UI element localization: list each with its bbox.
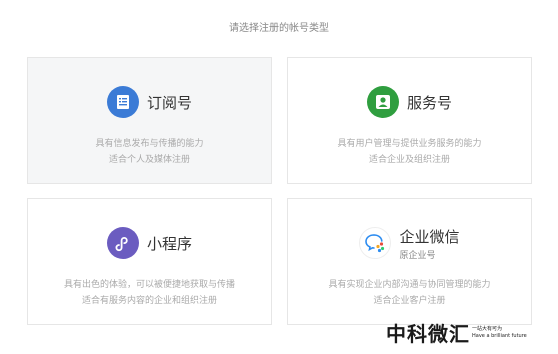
watermark-tagline-en: Have a brilliant future (472, 332, 527, 339)
mini-program-card[interactable]: 小程序 具有出色的体验，可以被便捷地获取与传播 适合有服务内容的企业和组织注册 (27, 198, 272, 325)
card-header: 小程序 (28, 227, 271, 259)
card-description-line: 具有实现企业内部沟通与协同管理的能力 (328, 280, 491, 290)
card-title: 服务号 (406, 93, 452, 112)
card-description-line: 具有出色的体验，可以被便捷地获取与传播 (63, 280, 235, 290)
card-description-line: 适合有服务内容的企业和组织注册 (81, 296, 217, 306)
card-description: 具有用户管理与提供业务服务的能力 适合企业及组织注册 (288, 136, 531, 168)
card-description-line: 具有用户管理与提供业务服务的能力 (337, 139, 482, 149)
card-description: 具有实现企业内部沟通与协同管理的能力 适合企业客户注册 (288, 277, 531, 309)
watermark-logo: 中科微汇 一站大有可为 Have a brilliant future (386, 318, 527, 347)
page-heading: 请选择注册的帐号类型 (229, 23, 329, 34)
watermark-brand: 中科微汇 (386, 322, 470, 346)
watermark-tagline-cn: 一站大有可为 (472, 325, 503, 332)
subscription-document-icon (106, 86, 139, 118)
card-description: 具有信息发布与传播的能力 适合个人及媒体注册 (28, 136, 271, 168)
card-description-line: 适合个人及媒体注册 (108, 155, 190, 165)
card-title: 订阅号 (146, 93, 192, 112)
card-description-line: 适合企业及组织注册 (368, 155, 450, 165)
card-subtitle: 原企业号 (399, 250, 436, 261)
card-description-line: 适合企业客户注册 (373, 296, 446, 306)
card-header: 服务号 (288, 86, 531, 118)
service-user-icon (366, 86, 399, 118)
watermark-tagline: 一站大有可为 Have a brilliant future (472, 326, 527, 340)
card-header: 企业微信 原企业号 (288, 227, 531, 261)
subscription-account-card[interactable]: 订阅号 具有信息发布与传播的能力 适合个人及媒体注册 (27, 57, 272, 184)
wecom-card[interactable]: 企业微信 原企业号 具有实现企业内部沟通与协同管理的能力 适合企业客户注册 (287, 198, 532, 325)
wecom-chat-icon (359, 227, 392, 259)
card-title: 小程序 (146, 234, 192, 253)
card-title: 企业微信 (399, 227, 460, 246)
card-description-line: 具有信息发布与传播的能力 (95, 139, 204, 149)
card-description: 具有出色的体验，可以被便捷地获取与传播 适合有服务内容的企业和组织注册 (28, 277, 271, 309)
mini-program-icon (106, 227, 139, 259)
card-header: 订阅号 (28, 86, 271, 118)
service-account-card[interactable]: 服务号 具有用户管理与提供业务服务的能力 适合企业及组织注册 (287, 57, 532, 184)
